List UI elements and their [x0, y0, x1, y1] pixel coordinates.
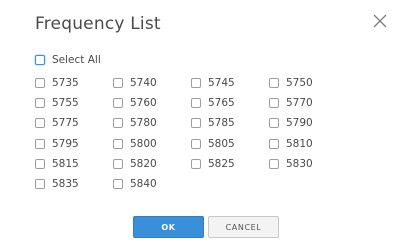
frequency-label: 5750	[286, 77, 313, 89]
select-all-checkbox[interactable]	[35, 55, 45, 65]
frequency-option[interactable]: 5835	[35, 174, 113, 194]
frequency-checkbox[interactable]	[113, 178, 123, 189]
frequency-label: 5790	[286, 117, 313, 130]
frequency-grid: 5735 5740 5745 5750 5755 5760 5765 5770 5775 5780…	[35, 73, 347, 194]
frequency-label: 5760	[130, 97, 157, 110]
frequency-option[interactable]: 5785	[191, 113, 269, 133]
frequency-option[interactable]: 5755	[35, 93, 113, 113]
frequency-option[interactable]: 5795	[35, 134, 113, 154]
frequency-checkbox[interactable]	[269, 158, 279, 169]
frequency-checkbox[interactable]	[191, 158, 201, 169]
frequency-option[interactable]: 5825	[191, 154, 269, 174]
frequency-list-dialog: Frequency List Select All 5735 5740 5745 57…	[0, 0, 397, 249]
select-all-label: Select All	[52, 54, 101, 66]
frequency-checkbox[interactable]	[35, 78, 45, 88]
frequency-option[interactable]: 5775	[35, 113, 113, 133]
frequency-label: 5765	[208, 97, 235, 110]
frequency-label: 5805	[208, 137, 235, 150]
cancel-button[interactable]: CANCEL	[208, 216, 279, 238]
frequency-option[interactable]: 5830	[269, 154, 347, 174]
close-icon[interactable]	[371, 12, 389, 30]
frequency-option[interactable]: 5745	[191, 73, 269, 93]
frequency-checkbox[interactable]	[113, 138, 123, 149]
frequency-label: 5800	[130, 137, 157, 150]
frequency-checkbox[interactable]	[113, 158, 123, 169]
frequency-option[interactable]: 5765	[191, 93, 269, 113]
frequency-option[interactable]: 5805	[191, 134, 269, 154]
frequency-option[interactable]: 5760	[113, 93, 191, 113]
frequency-option[interactable]: 5800	[113, 134, 191, 154]
frequency-checkbox[interactable]	[35, 118, 45, 129]
frequency-label: 5735	[52, 77, 79, 89]
frequency-label: 5795	[52, 137, 79, 150]
frequency-checkbox[interactable]	[191, 138, 201, 149]
frequency-checkbox[interactable]	[269, 118, 279, 129]
frequency-checkbox[interactable]	[35, 158, 45, 169]
frequency-label: 5810	[286, 137, 313, 150]
frequency-label: 5770	[286, 97, 313, 110]
frequency-label: 5825	[208, 157, 235, 170]
frequency-option[interactable]: 5810	[269, 134, 347, 154]
frequency-checkbox[interactable]	[269, 78, 279, 88]
frequency-option[interactable]: 5820	[113, 154, 191, 174]
frequency-checkbox[interactable]	[35, 138, 45, 149]
frequency-option[interactable]: 5750	[269, 73, 347, 93]
ok-button[interactable]: OK	[133, 216, 204, 238]
frequency-checkbox[interactable]	[35, 98, 45, 109]
frequency-label: 5840	[130, 177, 157, 190]
frequency-label: 5830	[286, 157, 313, 170]
frequency-label: 5835	[52, 177, 79, 190]
frequency-checkbox[interactable]	[191, 98, 201, 109]
dialog-title: Frequency List	[35, 14, 161, 34]
frequency-label: 5820	[130, 157, 157, 170]
frequency-checkbox[interactable]	[113, 118, 123, 129]
frequency-checkbox[interactable]	[113, 78, 123, 88]
frequency-checkbox[interactable]	[191, 78, 201, 88]
frequency-label: 5815	[52, 157, 79, 170]
frequency-checkbox[interactable]	[269, 138, 279, 149]
frequency-option[interactable]: 5790	[269, 113, 347, 133]
frequency-option[interactable]: 5780	[113, 113, 191, 133]
frequency-option[interactable]: 5735	[35, 73, 113, 93]
frequency-checkbox[interactable]	[191, 118, 201, 129]
frequency-label: 5740	[130, 77, 157, 89]
frequency-checkbox[interactable]	[35, 178, 45, 189]
frequency-label: 5785	[208, 117, 235, 130]
frequency-label: 5745	[208, 77, 235, 89]
frequency-label: 5755	[52, 97, 79, 110]
frequency-checkbox[interactable]	[269, 98, 279, 109]
frequency-option[interactable]: 5840	[113, 174, 191, 194]
frequency-checkbox[interactable]	[113, 98, 123, 109]
frequency-label: 5775	[52, 117, 79, 130]
frequency-option[interactable]: 5815	[35, 154, 113, 174]
frequency-option[interactable]: 5740	[113, 73, 191, 93]
frequency-option[interactable]: 5770	[269, 93, 347, 113]
frequency-label: 5780	[130, 117, 157, 130]
select-all-option[interactable]: Select All	[35, 54, 101, 66]
